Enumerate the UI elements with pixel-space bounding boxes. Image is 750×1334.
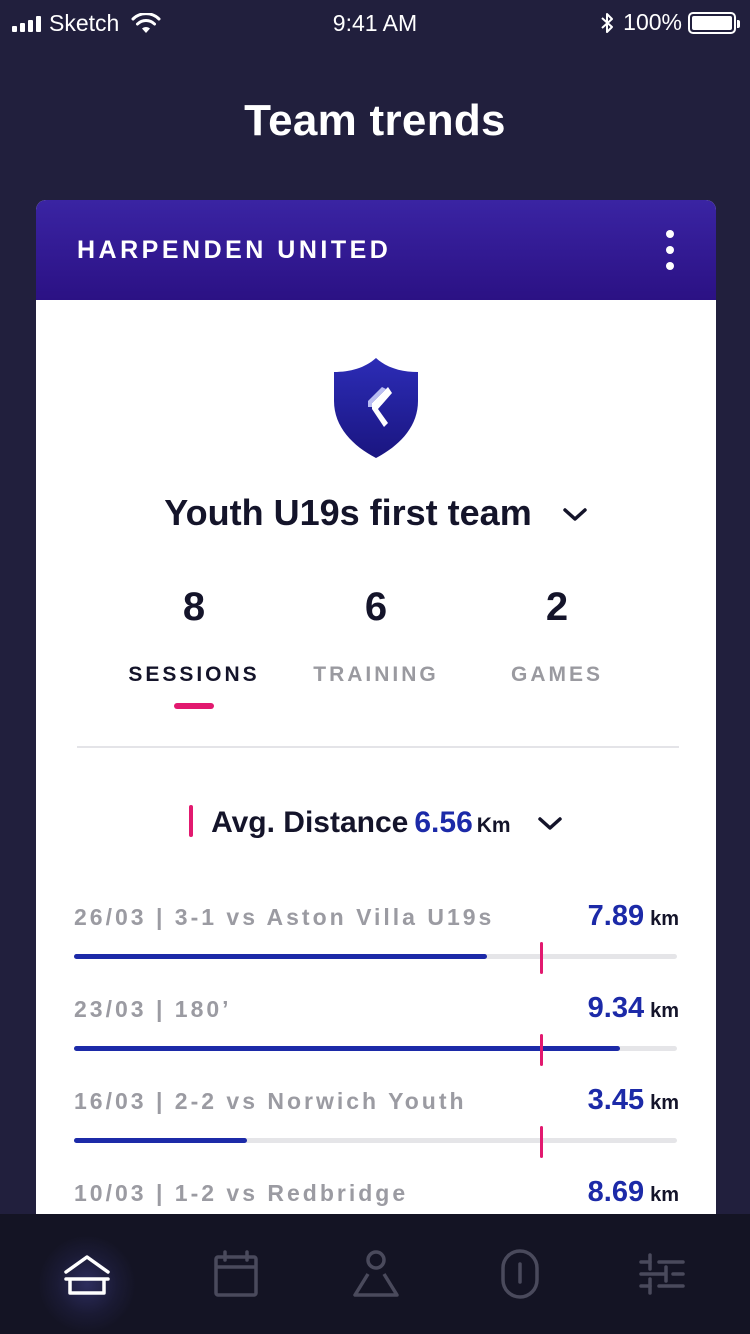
- chevron-down-icon: [562, 508, 587, 522]
- session-title: 23/03 | 180’: [74, 996, 232, 1022]
- tab-home[interactable]: [12, 1214, 162, 1334]
- session-title: 26/03 | 3-1 vs Aston Villa U19s: [74, 904, 495, 930]
- status-bar: Sketch 9:41 AM 100%: [0, 0, 750, 44]
- more-options-icon[interactable]: [660, 230, 680, 270]
- tab-settings[interactable]: [587, 1214, 737, 1334]
- list-item[interactable]: 26/03 | 3-1 vs Aston Villa U19s 7.89 km: [74, 900, 679, 992]
- average-legend-marker: [189, 805, 194, 838]
- page-title: Team trends: [244, 96, 506, 145]
- session-title: 16/03 | 2-2 vs Norwich Youth: [74, 1088, 467, 1114]
- metric-value: 6.56: [414, 806, 473, 839]
- team-name: Youth U19s first team: [164, 492, 532, 533]
- home-icon: [64, 1255, 110, 1295]
- sessions-label: SESSIONS: [128, 663, 260, 686]
- bluetooth-icon: [601, 12, 614, 33]
- training-count: 6: [364, 585, 388, 629]
- tracker-icon: [501, 1249, 539, 1299]
- sessions-count: 8: [182, 585, 206, 629]
- tab-training[interactable]: 6 TRAINING: [286, 585, 466, 687]
- average-marker: [539, 942, 543, 974]
- games-label: GAMES: [510, 663, 603, 686]
- club-crest-icon: [334, 358, 418, 458]
- session-distance: 9.34 km: [587, 992, 679, 1024]
- team-selector[interactable]: Youth U19s first team: [36, 492, 716, 534]
- average-marker: [539, 1126, 543, 1158]
- distance-bar-fill: [74, 1046, 620, 1051]
- games-count: 2: [545, 585, 569, 629]
- calendar-icon: [214, 1250, 258, 1297]
- list-item[interactable]: 10/03 | 1-2 vs Redbridge 8.69 km: [74, 1176, 679, 1214]
- tab-sessions[interactable]: 8 SESSIONS: [104, 585, 284, 709]
- sliders-icon: [639, 1253, 685, 1295]
- session-list: 26/03 | 3-1 vs Aston Villa U19s 7.89 km 2…: [74, 900, 679, 1214]
- distance-bar-track: [74, 1138, 677, 1143]
- list-item[interactable]: 16/03 | 2-2 vs Norwich Youth 3.45 km: [74, 1084, 679, 1176]
- distance-bar-track: [74, 954, 677, 959]
- distance-bar-track: [74, 1046, 677, 1051]
- session-stats: 8 SESSIONS 6 TRAINING 2 GAMES: [36, 585, 716, 715]
- training-label: TRAINING: [313, 663, 439, 686]
- distance-bar-fill: [74, 1138, 248, 1143]
- list-item[interactable]: 23/03 | 180’ 9.34 km: [74, 992, 679, 1084]
- session-distance: 7.89 km: [587, 900, 679, 932]
- distance-bar-fill: [74, 954, 488, 959]
- active-tab-indicator: [174, 703, 214, 709]
- tab-calendar[interactable]: [161, 1214, 311, 1334]
- tab-profile[interactable]: [301, 1214, 451, 1334]
- metric-selector[interactable]: Avg. Distance 6.56 Km: [36, 805, 716, 840]
- club-name: HARPENDEN UNITED: [77, 236, 392, 264]
- tab-bar: [0, 1214, 750, 1334]
- person-icon: [353, 1250, 399, 1297]
- card-header: HARPENDEN UNITED: [36, 200, 716, 300]
- session-distance: 3.45 km: [587, 1084, 679, 1116]
- battery-percent: 100%: [623, 9, 682, 35]
- metric-unit: Km: [476, 814, 511, 837]
- tab-games[interactable]: 2 GAMES: [467, 585, 647, 687]
- team-card: HARPENDEN UNITED Youth U19s first team 8…: [36, 200, 716, 1214]
- session-distance: 8.69 km: [587, 1176, 679, 1208]
- chevron-down-icon: [538, 817, 562, 830]
- metric-label: Avg. Distance: [211, 806, 409, 839]
- divider: [77, 746, 679, 748]
- session-title: 10/03 | 1-2 vs Redbridge: [74, 1180, 409, 1206]
- tab-tracker[interactable]: [445, 1214, 595, 1334]
- average-marker: [539, 1034, 543, 1066]
- status-right: 100%: [599, 9, 740, 36]
- battery-icon: [688, 11, 740, 34]
